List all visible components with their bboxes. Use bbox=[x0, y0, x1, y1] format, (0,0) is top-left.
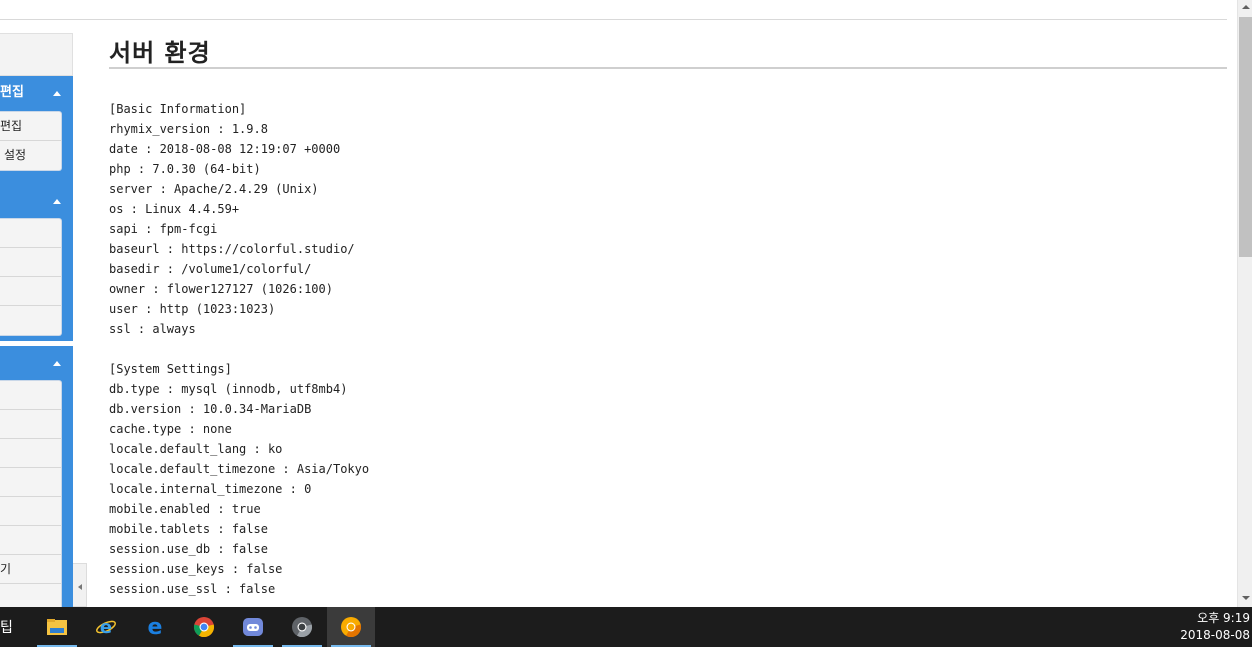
system-clock[interactable]: 오후 9:19 2018-08-08 bbox=[1170, 610, 1250, 644]
info-line: user : http (1023:1023) bbox=[109, 302, 276, 316]
taskbar-discord-button[interactable] bbox=[229, 607, 277, 647]
sidebar-section-header[interactable]: 편집 bbox=[0, 76, 73, 110]
sidebar-section-2 bbox=[0, 184, 73, 341]
svg-text:e: e bbox=[148, 616, 163, 638]
sidebar-section-header[interactable] bbox=[0, 346, 73, 380]
sidebar-item[interactable] bbox=[0, 381, 61, 410]
info-line: php : 7.0.30 (64-bit) bbox=[109, 162, 261, 176]
taskbar-chrome-button[interactable] bbox=[180, 607, 228, 647]
info-line: locale.default_timezone : Asia/Tokyo bbox=[109, 462, 370, 476]
taskbar-edge-button[interactable]: e bbox=[131, 607, 179, 647]
sidebar-item[interactable] bbox=[0, 468, 61, 497]
sidebar-item[interactable] bbox=[0, 410, 61, 439]
sidebar-section-header[interactable] bbox=[0, 184, 73, 218]
taskbar-edge-text: 팁 bbox=[0, 620, 13, 636]
edge-icon: e bbox=[148, 616, 163, 638]
sidebar-item[interactable]: 설정 bbox=[0, 141, 61, 170]
info-line: os : Linux 4.4.59+ bbox=[109, 202, 240, 216]
sidebar-item-list: 편집 설정 bbox=[0, 111, 62, 171]
info-line: basedir : /volume1/colorful/ bbox=[109, 262, 312, 276]
sidebar-item-list: 기 bbox=[0, 380, 62, 607]
sidebar-item[interactable] bbox=[0, 306, 61, 335]
chevron-left-icon bbox=[78, 584, 82, 590]
vertical-scrollbar[interactable] bbox=[1237, 0, 1252, 607]
info-line: ssl : always bbox=[109, 322, 196, 336]
info-line: baseurl : https://colorful.studio/ bbox=[109, 242, 355, 256]
sidebar-collapse-toggle[interactable] bbox=[73, 563, 87, 607]
internet-explorer-icon: e bbox=[96, 617, 116, 638]
info-line: owner : flower127127 (1026:100) bbox=[109, 282, 333, 296]
info-line: server : Apache/2.4.29 (Unix) bbox=[109, 182, 319, 196]
clock-date: 2018-08-08 bbox=[1180, 628, 1250, 642]
scrollbar-thumb[interactable] bbox=[1239, 17, 1252, 257]
info-line: date : 2018-08-08 12:19:07 +0000 bbox=[109, 142, 341, 156]
sidebar-top-box bbox=[0, 33, 73, 76]
title-divider bbox=[109, 67, 1227, 69]
info-line: sapi : fpm-fcgi bbox=[109, 222, 218, 236]
info-line: cache.type : none bbox=[109, 422, 232, 436]
chrome-icon bbox=[193, 617, 215, 638]
caret-up-icon[interactable] bbox=[53, 361, 61, 366]
info-line: mobile.enabled : true bbox=[109, 502, 261, 516]
info-line: locale.internal_timezone : 0 bbox=[109, 482, 312, 496]
sidebar-item[interactable] bbox=[0, 277, 61, 306]
info-line: [System Settings] bbox=[109, 362, 232, 376]
scroll-up-arrow-icon[interactable] bbox=[1242, 5, 1250, 9]
info-line: db.version : 10.0.34-MariaDB bbox=[109, 402, 312, 416]
sidebar-item[interactable] bbox=[0, 219, 61, 248]
info-line: locale.default_lang : ko bbox=[109, 442, 283, 456]
sidebar-item[interactable] bbox=[0, 248, 61, 277]
page-title: 서버 환경 bbox=[109, 39, 211, 67]
info-line: mobile.tablets : false bbox=[109, 522, 268, 536]
sidebar-item[interactable] bbox=[0, 497, 61, 526]
file-explorer-icon bbox=[47, 619, 67, 635]
info-line: rhymix_version : 1.9.8 bbox=[109, 122, 268, 136]
admin-sidebar: 편집 편집 설정 기 bbox=[0, 33, 73, 607]
main-content: 서버 환경 [Basic Information] rhymix_version … bbox=[109, 20, 1227, 607]
top-header-strip bbox=[0, 0, 1227, 20]
chrome-dev-icon bbox=[292, 617, 313, 638]
clock-time: 오후 9:19 bbox=[1197, 611, 1250, 625]
info-line: session.use_db : false bbox=[109, 542, 268, 556]
info-line bbox=[109, 339, 369, 359]
taskbar-chrome-dev-button[interactable] bbox=[278, 607, 326, 647]
server-info-block: [Basic Information] rhymix_version : 1.9.… bbox=[109, 99, 369, 599]
chrome-canary-icon bbox=[341, 617, 362, 638]
sidebar-section-edit: 편집 편집 설정 bbox=[0, 76, 73, 184]
taskbar-file-explorer-button[interactable] bbox=[33, 607, 81, 647]
discord-icon bbox=[243, 618, 263, 636]
caret-up-icon[interactable] bbox=[53, 91, 61, 96]
scroll-down-arrow-icon[interactable] bbox=[1242, 596, 1250, 600]
sidebar-item[interactable] bbox=[0, 439, 61, 468]
sidebar-item[interactable]: 편집 bbox=[0, 112, 61, 141]
taskbar-internet-explorer-button[interactable]: e bbox=[82, 607, 130, 647]
sidebar-item[interactable] bbox=[0, 526, 61, 555]
sidebar-item[interactable] bbox=[0, 584, 61, 607]
browser-viewport: 편집 편집 설정 기 서버 환경 [Basic Information] rhy… bbox=[0, 0, 1252, 607]
info-line: [Basic Information] bbox=[109, 102, 247, 116]
info-line: session.use_ssl : false bbox=[109, 582, 276, 596]
caret-up-icon[interactable] bbox=[53, 199, 61, 204]
sidebar-section-header-label: 편집 bbox=[0, 85, 24, 100]
info-line: session.use_keys : false bbox=[109, 562, 283, 576]
windows-taskbar: 팁 e e 오후 9:19 2018-08-08 bbox=[0, 607, 1252, 647]
sidebar-section-3: 기 bbox=[0, 346, 73, 607]
taskbar-chrome-canary-button[interactable] bbox=[327, 607, 375, 647]
sidebar-item[interactable]: 기 bbox=[0, 555, 61, 584]
sidebar-item-list bbox=[0, 218, 62, 336]
info-line: db.type : mysql (innodb, utf8mb4) bbox=[109, 382, 348, 396]
svg-text:e: e bbox=[100, 617, 112, 638]
